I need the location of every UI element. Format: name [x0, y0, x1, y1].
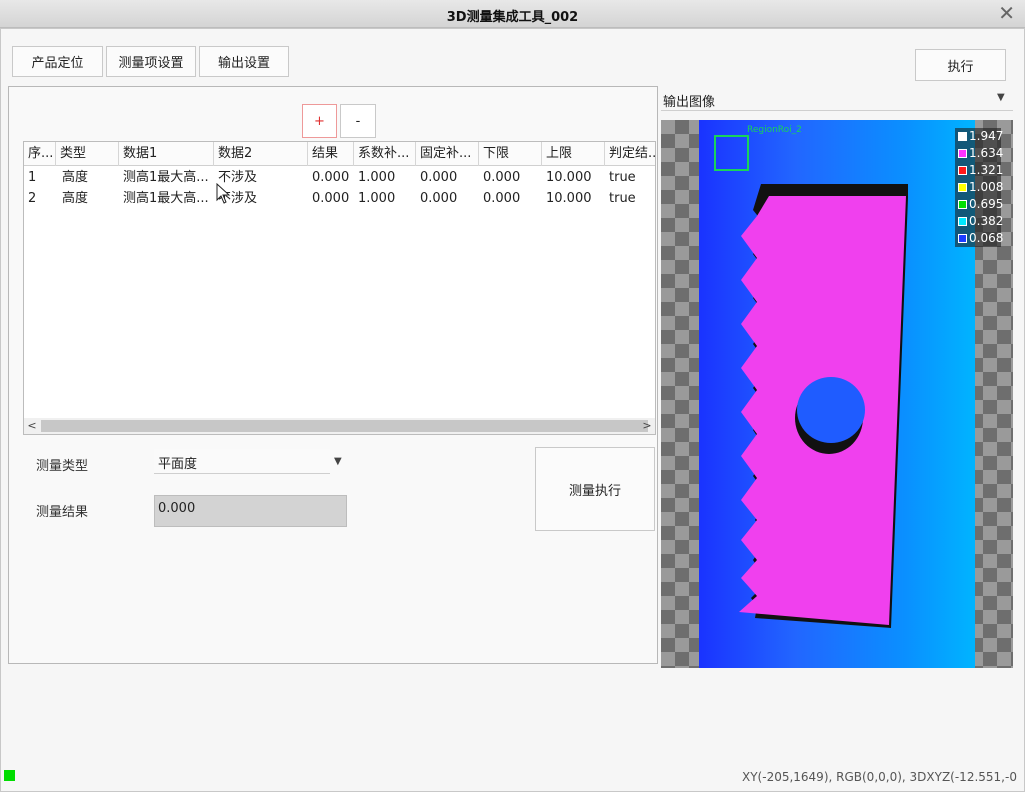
add-row-button[interactable]: +: [302, 104, 337, 138]
roi-label: RegionRoi_2: [747, 125, 802, 135]
status-coordinates: XY(-205,1649), RGB(0,0,0), 3DXYZ(-12.551…: [742, 770, 1017, 784]
table-horizontal-scrollbar[interactable]: < >: [24, 418, 655, 434]
legend-swatch-icon: [958, 217, 967, 226]
legend-value: 0.382: [969, 214, 1004, 228]
legend-item: 1.634: [955, 145, 1004, 162]
scroll-left-icon[interactable]: <: [24, 418, 40, 434]
row-fixed-comp: 0.000: [420, 191, 458, 206]
legend-item: 0.068: [955, 230, 1004, 247]
table-header: 序... 类型 数据1 数据2 结果 系数补... 固定补... 下限 上限 判…: [24, 142, 655, 166]
legend-item: 1.321: [955, 162, 1004, 179]
column-header-index[interactable]: 序...: [24, 142, 56, 166]
tab-output-settings[interactable]: 输出设置: [199, 46, 289, 77]
row-coef-comp: 1.000: [358, 191, 396, 206]
legend-swatch-icon: [958, 132, 967, 141]
row-index: 2: [28, 191, 37, 206]
table-row[interactable]: 1 高度 测高1最大高... 不涉及 0.000 1.000 0.000 0.0…: [24, 167, 655, 188]
mouse-cursor-icon: [216, 183, 230, 204]
row-upper-limit: 10.000: [546, 191, 592, 206]
column-header-lower-limit[interactable]: 下限: [479, 142, 542, 166]
row-index: 1: [28, 170, 37, 185]
column-header-fixed-comp[interactable]: 固定补...: [416, 142, 479, 166]
measure-type-value: 平面度: [158, 457, 198, 472]
row-upper-limit: 10.000: [546, 170, 592, 185]
legend-swatch-icon: [958, 149, 967, 158]
column-header-type[interactable]: 类型: [56, 142, 119, 166]
legend-swatch-icon: [958, 200, 967, 209]
row-data1: 测高1最大高...: [123, 170, 209, 185]
output-image-view[interactable]: RegionRoi_2 1.947 1.634 1.321 1.008 0.69…: [661, 120, 1013, 668]
measure-type-label: 测量类型: [36, 459, 89, 474]
row-coef-comp: 1.000: [358, 170, 396, 185]
column-header-data2[interactable]: 数据2: [214, 142, 308, 166]
execute-button[interactable]: 执行: [915, 49, 1006, 81]
window-title: 3D测量集成工具_002: [446, 10, 579, 25]
tab-product-positioning[interactable]: 产品定位: [12, 46, 103, 77]
row-type: 高度: [62, 191, 89, 206]
scrollbar-thumb[interactable]: [41, 420, 648, 432]
status-indicator: [4, 770, 15, 781]
output-image-select[interactable]: 输出图像 ▼: [661, 86, 1013, 111]
legend-value: 1.947: [969, 129, 1004, 143]
column-header-upper-limit[interactable]: 上限: [542, 142, 605, 166]
row-judgement: true: [609, 191, 636, 206]
remove-row-button[interactable]: -: [340, 104, 376, 138]
row-lower-limit: 0.000: [483, 191, 521, 206]
row-judgement: true: [609, 170, 636, 185]
measure-result-value: 0.000: [158, 501, 196, 516]
legend-swatch-icon: [958, 183, 967, 192]
legend-swatch-icon: [958, 166, 967, 175]
column-header-judgement[interactable]: 判定结...: [605, 142, 655, 166]
legend-swatch-icon: [958, 234, 967, 243]
legend-value: 0.695: [969, 197, 1004, 211]
row-result: 0.000: [312, 191, 350, 206]
output-image-label: 输出图像: [663, 95, 716, 110]
legend-value: 1.008: [969, 180, 1004, 194]
title-bar: 3D测量集成工具_002 ✕: [0, 0, 1025, 28]
column-header-result[interactable]: 结果: [308, 142, 354, 166]
legend-item: 0.695: [955, 196, 1004, 213]
legend-value: 0.068: [969, 231, 1004, 245]
scroll-right-icon[interactable]: >: [639, 418, 655, 434]
measure-type-select[interactable]: 平面度: [154, 449, 330, 474]
legend-value: 1.321: [969, 163, 1004, 177]
legend-item: 1.008: [955, 179, 1004, 196]
column-header-coef-comp[interactable]: 系数补...: [354, 142, 416, 166]
tab-measurement-settings[interactable]: 测量项设置: [106, 46, 196, 77]
legend-item: 1.947: [955, 128, 1004, 145]
table-row[interactable]: 2 高度 测高1最大高... 不涉及 0.000 1.000 0.000 0.0…: [24, 188, 655, 209]
measure-result-label: 测量结果: [36, 505, 89, 520]
measure-result-field: 0.000: [154, 495, 347, 527]
close-icon[interactable]: ✕: [998, 2, 1015, 24]
legend-item: 0.382: [955, 213, 1004, 230]
row-fixed-comp: 0.000: [420, 170, 458, 185]
column-header-data1[interactable]: 数据1: [119, 142, 214, 166]
row-type: 高度: [62, 170, 89, 185]
chevron-down-icon[interactable]: ▼: [997, 92, 1005, 103]
legend-value: 1.634: [969, 146, 1004, 160]
row-result: 0.000: [312, 170, 350, 185]
row-data1: 测高1最大高...: [123, 191, 209, 206]
measure-execute-button[interactable]: 测量执行: [535, 447, 655, 531]
row-lower-limit: 0.000: [483, 170, 521, 185]
chevron-down-icon[interactable]: ▼: [334, 456, 342, 467]
measurement-table: 序... 类型 数据1 数据2 结果 系数补... 固定补... 下限 上限 判…: [23, 141, 656, 435]
